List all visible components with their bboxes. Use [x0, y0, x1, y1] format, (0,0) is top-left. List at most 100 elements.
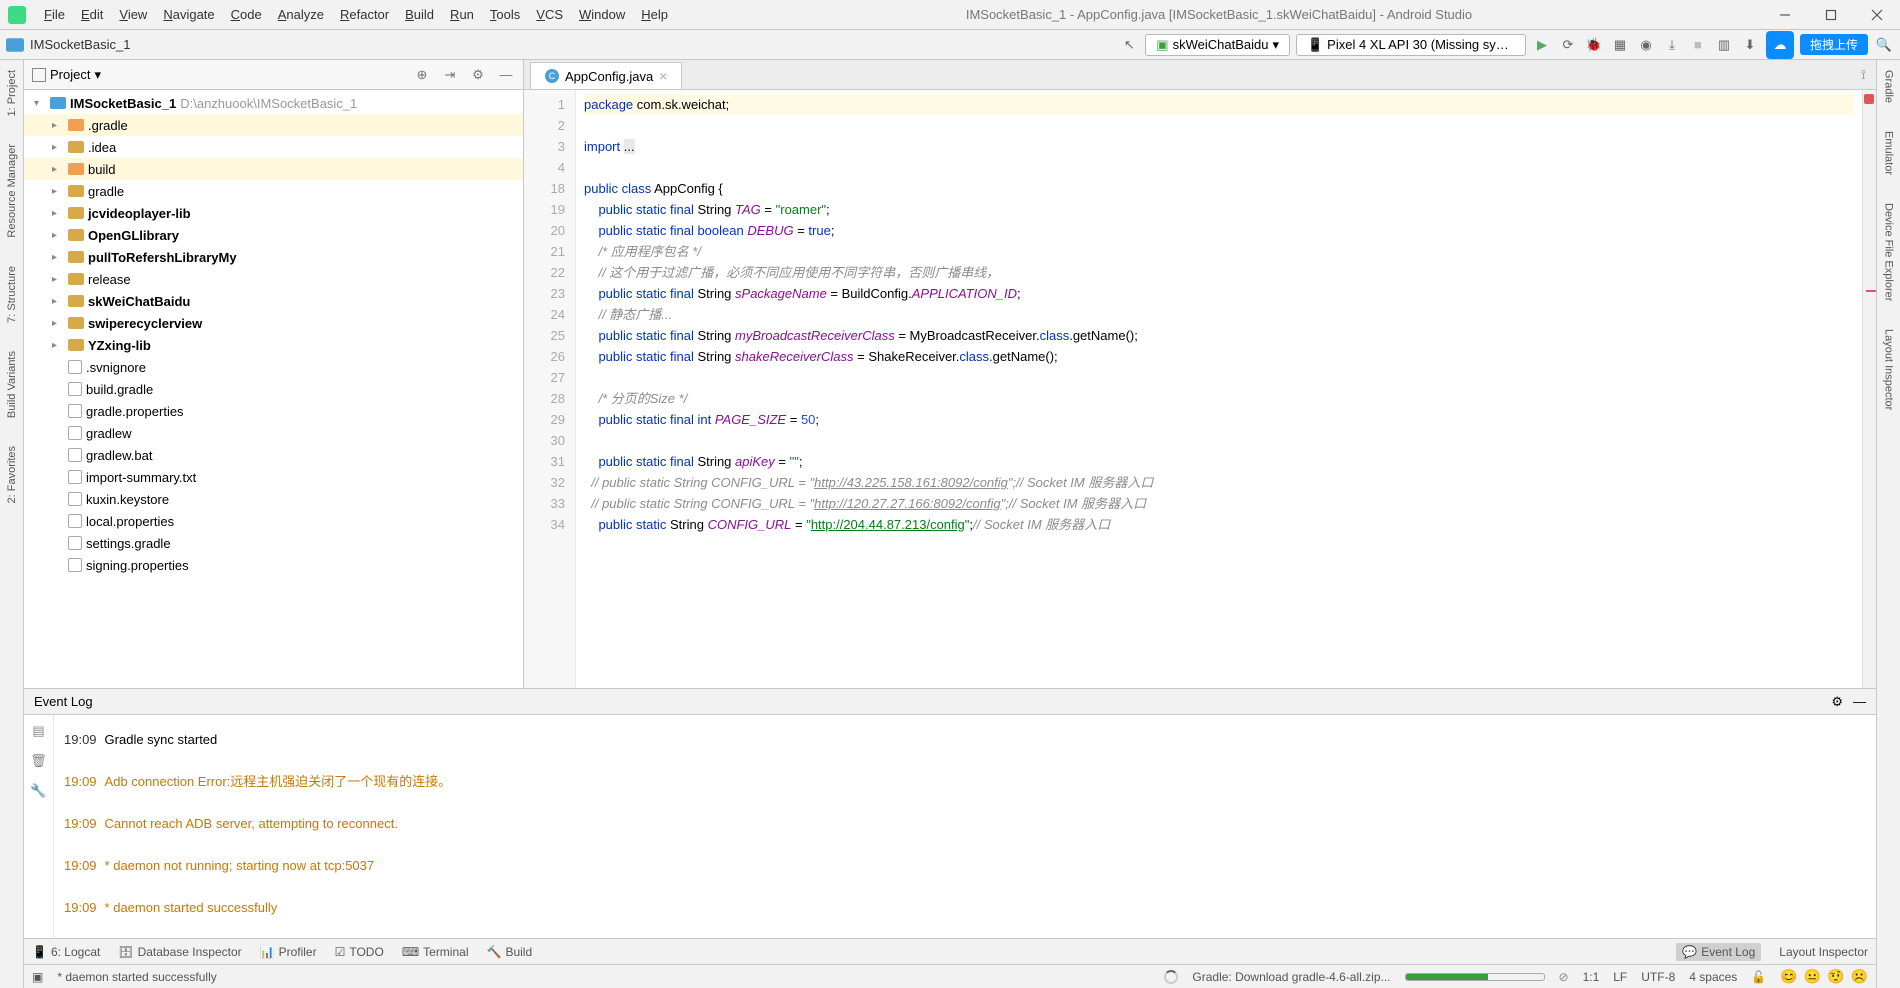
- debug-button[interactable]: 🐞: [1584, 35, 1604, 55]
- menu-run[interactable]: Run: [442, 3, 482, 26]
- event-log-content[interactable]: 19:09Gradle sync started19:09Adb connect…: [54, 715, 1876, 938]
- cloud-icon[interactable]: ☁: [1766, 31, 1794, 59]
- maximize-button[interactable]: [1808, 0, 1854, 30]
- warning-marker[interactable]: [1866, 290, 1876, 292]
- caret-position[interactable]: 1:1: [1583, 970, 1600, 984]
- right-tab[interactable]: Device File Explorer: [1881, 199, 1897, 305]
- bottom-tab[interactable]: 🗄Database Inspector: [118, 945, 241, 959]
- tree-item[interactable]: gradle.properties: [24, 400, 523, 422]
- tree-item[interactable]: .svnignore: [24, 356, 523, 378]
- apply-changes-icon[interactable]: ⟳: [1558, 35, 1578, 55]
- error-stripe[interactable]: [1862, 90, 1876, 688]
- trash-icon[interactable]: 🗑: [30, 753, 47, 769]
- tree-item[interactable]: ▸ pullToRefershLibraryMy: [24, 246, 523, 268]
- tree-item[interactable]: ▸ release: [24, 268, 523, 290]
- line-separator[interactable]: LF: [1613, 970, 1627, 984]
- menu-code[interactable]: Code: [223, 3, 270, 26]
- bottom-tab[interactable]: ⌨Terminal: [402, 945, 469, 959]
- menu-navigate[interactable]: Navigate: [155, 3, 222, 26]
- menu-analyze[interactable]: Analyze: [270, 3, 332, 26]
- project-view-title[interactable]: Project: [50, 67, 90, 82]
- editor-assist-icon[interactable]: ⟟: [1851, 61, 1876, 89]
- bottom-tab-layout-inspector[interactable]: Layout Inspector: [1779, 945, 1868, 959]
- menu-file[interactable]: File: [36, 3, 73, 26]
- tree-item[interactable]: ▸ jcvideoplayer-lib: [24, 202, 523, 224]
- progress-cancel-icon[interactable]: ⊘: [1559, 970, 1569, 984]
- search-everywhere-icon[interactable]: 🔍: [1874, 35, 1894, 55]
- run-config-selector[interactable]: ▣ skWeiChatBaidu ▾: [1145, 34, 1290, 56]
- left-tab[interactable]: 7: Structure: [4, 262, 20, 327]
- right-tab[interactable]: Emulator: [1881, 127, 1897, 179]
- menu-window[interactable]: Window: [571, 3, 633, 26]
- run-button[interactable]: ▶: [1532, 35, 1552, 55]
- back-nav-icon[interactable]: ↖: [1119, 35, 1139, 55]
- tree-item[interactable]: ▸ swiperecyclerview: [24, 312, 523, 334]
- feedback-emojis[interactable]: 😊😐🤨☹️: [1780, 968, 1868, 985]
- coverage-icon[interactable]: ▦: [1610, 35, 1630, 55]
- menu-tools[interactable]: Tools: [482, 3, 528, 26]
- bottom-tab[interactable]: ☑TODO: [335, 945, 384, 959]
- left-tab[interactable]: 2: Favorites: [4, 442, 20, 507]
- readonly-lock-icon[interactable]: 🔓: [1751, 970, 1766, 984]
- tree-item[interactable]: import-summary.txt: [24, 466, 523, 488]
- tree-item[interactable]: ▸ .gradle: [24, 114, 523, 136]
- menu-help[interactable]: Help: [633, 3, 676, 26]
- bottom-tab[interactable]: 📊Profiler: [260, 945, 317, 959]
- sdk-manager-icon[interactable]: ⬇: [1740, 35, 1760, 55]
- close-button[interactable]: [1854, 0, 1900, 30]
- upload-button[interactable]: 拖拽上传: [1800, 34, 1868, 55]
- tree-item[interactable]: build.gradle: [24, 378, 523, 400]
- tree-item[interactable]: local.properties: [24, 510, 523, 532]
- device-selector[interactable]: 📱 Pixel 4 XL API 30 (Missing system im..…: [1296, 34, 1526, 56]
- error-marker[interactable]: [1864, 94, 1874, 104]
- profile-icon[interactable]: ◉: [1636, 35, 1656, 55]
- event-log-hide-icon[interactable]: —: [1853, 694, 1866, 709]
- background-task[interactable]: Gradle: Download gradle-4.6-all.zip...: [1192, 970, 1390, 984]
- wrench-icon[interactable]: 🔧: [30, 783, 46, 799]
- left-tab[interactable]: 1: Project: [4, 66, 20, 120]
- menu-edit[interactable]: Edit: [73, 3, 111, 26]
- tree-item[interactable]: kuxin.keystore: [24, 488, 523, 510]
- bottom-tab-event-log[interactable]: 💬 Event Log: [1676, 943, 1761, 961]
- tree-item[interactable]: gradlew: [24, 422, 523, 444]
- menu-view[interactable]: View: [111, 3, 155, 26]
- tree-item[interactable]: ▸ YZxing-lib: [24, 334, 523, 356]
- close-tab-icon[interactable]: ×: [659, 68, 667, 84]
- right-tab[interactable]: Gradle: [1881, 66, 1897, 107]
- project-tree[interactable]: ▾ IMSocketBasic_1 D:\anzhuook\IMSocketBa…: [24, 90, 523, 688]
- tree-root[interactable]: ▾ IMSocketBasic_1 D:\anzhuook\IMSocketBa…: [24, 92, 523, 114]
- hide-icon[interactable]: —: [497, 67, 515, 83]
- locate-icon[interactable]: ⊕: [413, 67, 431, 83]
- file-encoding[interactable]: UTF-8: [1641, 970, 1675, 984]
- bottom-tab[interactable]: 🔨Build: [487, 945, 533, 959]
- tree-item[interactable]: ▸ build: [24, 158, 523, 180]
- breadcrumb[interactable]: IMSocketBasic_1: [30, 37, 1119, 52]
- left-tab[interactable]: Build Variants: [4, 347, 20, 422]
- collapse-icon[interactable]: ⇥: [441, 67, 459, 83]
- avd-manager-icon[interactable]: ▥: [1714, 35, 1734, 55]
- event-log-settings-icon[interactable]: ⚙: [1831, 694, 1843, 710]
- left-tab[interactable]: Resource Manager: [4, 140, 20, 242]
- tree-item[interactable]: ▸ gradle: [24, 180, 523, 202]
- menu-vcs[interactable]: VCS: [528, 3, 571, 26]
- filter-icon[interactable]: ▤: [32, 723, 44, 739]
- settings-icon[interactable]: ⚙: [469, 67, 487, 83]
- menu-build[interactable]: Build: [397, 3, 442, 26]
- tree-item[interactable]: gradlew.bat: [24, 444, 523, 466]
- minimize-button[interactable]: [1762, 0, 1808, 30]
- attach-debugger-icon[interactable]: ⤓: [1662, 35, 1682, 55]
- tree-item[interactable]: ▸ .idea: [24, 136, 523, 158]
- right-tab[interactable]: Layout Inspector: [1881, 325, 1897, 414]
- editor-tab[interactable]: C AppConfig.java ×: [530, 62, 682, 89]
- bottom-tab[interactable]: 📱6: Logcat: [32, 945, 100, 959]
- menu-refactor[interactable]: Refactor: [332, 3, 397, 26]
- tree-item[interactable]: ▸ skWeiChatBaidu: [24, 290, 523, 312]
- indent-info[interactable]: 4 spaces: [1689, 970, 1737, 984]
- code-area[interactable]: package com.sk.weichat; import ... publi…: [576, 90, 1862, 688]
- stop-button[interactable]: ■: [1688, 35, 1708, 55]
- tree-item[interactable]: ▸ OpenGLlibrary: [24, 224, 523, 246]
- tree-item[interactable]: signing.properties: [24, 554, 523, 576]
- tree-item[interactable]: settings.gradle: [24, 532, 523, 554]
- progress-bar[interactable]: [1405, 973, 1545, 981]
- chevron-down-icon[interactable]: ▾: [94, 67, 101, 83]
